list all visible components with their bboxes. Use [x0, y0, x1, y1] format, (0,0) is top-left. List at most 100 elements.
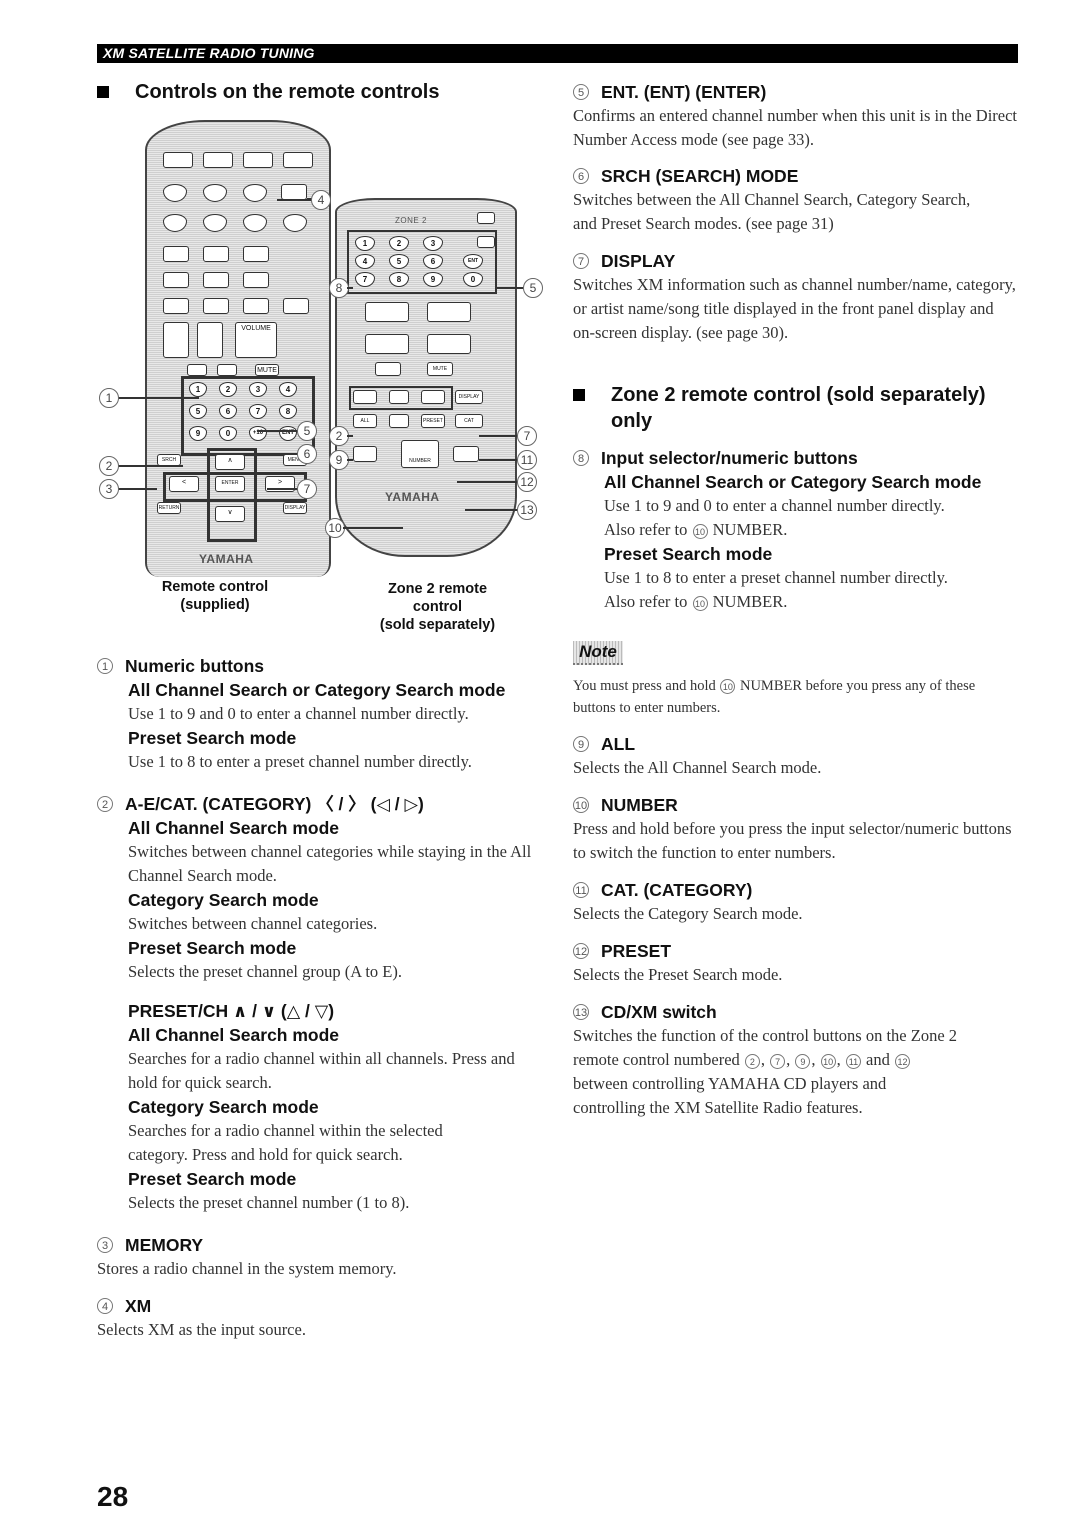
- power-tv-button: [163, 152, 193, 168]
- zone2-button: [389, 390, 409, 404]
- remote-control-figure: VOLUME MUTE 1 2 3 4 5 6 7 8 9 0 +10 ENT …: [97, 110, 557, 577]
- item-description: Press and hold before you press the inpu…: [573, 819, 1012, 862]
- callout-leader: [457, 481, 517, 483]
- zone2-volume-up-button: [427, 302, 471, 322]
- zone2-callout-10: 10: [325, 518, 345, 538]
- volume-button: VOLUME: [235, 322, 277, 358]
- ref-prefix: Also refer to: [604, 520, 688, 539]
- item-title: A-E/CAT. (CATEGORY) 〈 / 〉 (◁ / ▷): [125, 794, 424, 814]
- callout-6: 6: [297, 444, 317, 464]
- remote-button: [163, 298, 189, 314]
- input-phono-button: [283, 214, 307, 232]
- callout-leader: [267, 488, 299, 490]
- zone2-preset-down-button: [365, 334, 409, 354]
- zone2-callout-13: 13: [517, 500, 537, 520]
- mode-description: Searches for a radio channel within all …: [128, 1049, 515, 1092]
- remote-button: [203, 246, 229, 262]
- item-title: Input selector/numeric buttons: [601, 448, 858, 468]
- callout-leader: [117, 397, 199, 399]
- item-number: 10 NUMBER Press and hold before you press…: [573, 793, 1018, 865]
- display-button: DISPLAY: [283, 502, 307, 514]
- right-section-title: Zone 2 remote control (sold separately) …: [573, 382, 1018, 434]
- callout-3: 3: [99, 479, 119, 499]
- tv-ch-button: [197, 322, 223, 358]
- page-number: 28: [97, 1481, 129, 1512]
- right-section-title-line2: only: [611, 410, 653, 432]
- item-all: 9 ALL Selects the All Channel Search mode…: [573, 732, 1018, 780]
- callout-4: 4: [311, 190, 331, 210]
- remote-button: [203, 272, 229, 288]
- item-number-badge: 11: [573, 882, 589, 898]
- item-number-badge: 1: [97, 658, 113, 674]
- mode-description: Switches between channel categories whil…: [128, 842, 532, 885]
- item-number-badge: 2: [97, 796, 113, 812]
- item-description: Switches between the All Channel Search,…: [573, 190, 971, 233]
- section-header-label: XM SATELLITE RADIO TUNING: [103, 45, 315, 61]
- mode-heading: All Channel Search mode: [128, 818, 340, 838]
- xm-input-button: [281, 184, 307, 200]
- item-title: PRESET/CH ∧ / ∨ (△ / ▽): [128, 1001, 335, 1021]
- item-description: Stores a radio channel in the system mem…: [97, 1259, 397, 1278]
- note-text-prefix: You must press and hold: [573, 678, 716, 694]
- remote-button: [217, 364, 237, 376]
- text-and: and: [866, 1050, 890, 1069]
- callout-2: 2: [99, 456, 119, 476]
- yamaha-logo: YAMAHA: [199, 552, 254, 566]
- ref-prefix: Also refer to: [604, 592, 688, 611]
- item-input-selector: 8 Input selector/numeric buttons All Chan…: [573, 446, 1018, 614]
- square-bullet-icon: [97, 86, 109, 98]
- zone2-callout-9: 9: [329, 450, 349, 470]
- zone2-preset-up-button: [365, 302, 409, 322]
- ref-number-badge: 9: [795, 1054, 811, 1069]
- item-memory: 3 MEMORY Stores a radio channel in the sy…: [97, 1233, 557, 1281]
- ref-number-badge: 10: [720, 679, 736, 694]
- cross-reference: Also refer to 10 NUMBER.: [604, 590, 1018, 614]
- item-title: NUMBER: [601, 795, 678, 815]
- cat-left-button: <: [169, 476, 199, 492]
- zone2-volume-down-button: [427, 334, 471, 354]
- item-numeric-buttons: 1 Numeric buttons All Channel Search or C…: [97, 654, 557, 774]
- remote-button: [243, 298, 269, 314]
- callout-leader: [277, 199, 313, 201]
- item-number-badge: 3: [97, 1237, 113, 1253]
- zone2-callout-2: 2: [329, 426, 349, 446]
- zone2-callout-8: 8: [329, 278, 349, 298]
- zone2-button: [389, 414, 409, 428]
- caption-main-remote: Remote control (supplied): [140, 578, 290, 614]
- zone2-callout-7: 7: [517, 426, 537, 446]
- item-title: CAT. (CATEGORY): [601, 880, 753, 900]
- caption-line: (supplied): [180, 597, 250, 613]
- ref-number-badge: 2: [744, 1054, 760, 1069]
- remote-button: [163, 246, 189, 262]
- remote-button: [203, 298, 229, 314]
- item-number-badge: 13: [573, 1004, 589, 1020]
- item-description-line: remote control numbered 2, 7, 9, 10, 11 …: [573, 1048, 1018, 1072]
- callout-7: 7: [297, 479, 317, 499]
- item-description: Selects the Preset Search mode.: [573, 965, 783, 984]
- callout-leader: [117, 488, 157, 490]
- caption-line: control: [412, 599, 463, 615]
- zone2-remote-illustration: ZONE 2 1 2 3 4 5 6 ENT 7 8 9 0 MUTE DISP…: [335, 198, 517, 557]
- ref-number-badge: 10: [820, 1054, 836, 1069]
- item-number-badge: 8: [573, 450, 589, 466]
- mode-description: Searches for a radio channel within the …: [128, 1121, 443, 1164]
- enter-button: ENTER: [215, 476, 245, 492]
- callout-5: 5: [297, 421, 317, 441]
- section-header-bar: XM SATELLITE RADIO TUNING: [97, 44, 1018, 63]
- item-display: 7 DISPLAY Switches XM information such as…: [573, 249, 1018, 345]
- item-cat: 11 CAT. (CATEGORY) Selects the Category S…: [573, 878, 1018, 926]
- remote-button: [187, 364, 207, 376]
- text-prefix: remote control numbered: [573, 1050, 740, 1069]
- ref-number-badge: 12: [894, 1054, 910, 1069]
- caption-line: Remote control: [161, 579, 269, 595]
- mode-heading: Preset Search mode: [128, 938, 297, 958]
- item-number-badge: 12: [573, 943, 589, 959]
- item-title: CD/XM switch: [601, 1002, 717, 1022]
- standby-button: [243, 152, 273, 168]
- ref-suffix: NUMBER.: [712, 592, 788, 611]
- power-av-button: [203, 152, 233, 168]
- memory-button: RETURN: [157, 502, 181, 514]
- preset-down-button: ∨: [215, 506, 245, 522]
- mode-description: Selects the preset channel number (1 to …: [128, 1193, 410, 1212]
- left-section-title-text: Controls on the remote controls: [135, 81, 440, 103]
